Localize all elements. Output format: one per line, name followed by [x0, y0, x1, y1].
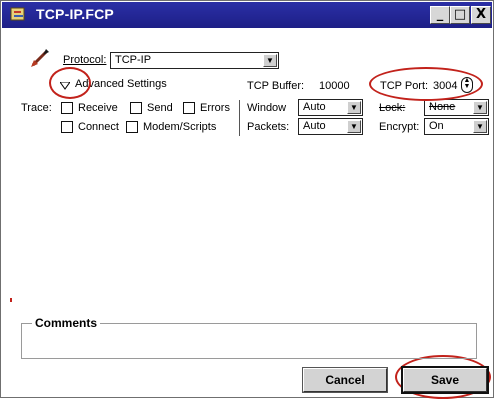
tcp-buffer-label: TCP Buffer:: [247, 80, 305, 92]
document-icon: [10, 6, 28, 22]
dropdown-arrow-icon: ▼: [473, 101, 487, 114]
maximize-button[interactable]: □: [450, 6, 470, 24]
comments-title: Comments: [32, 316, 101, 330]
cancel-button[interactable]: Cancel: [302, 367, 388, 393]
port-stepper[interactable]: ▲ ▼: [461, 77, 473, 93]
title-bar[interactable]: TCP-IP.FCP _ □ X: [2, 2, 492, 28]
packets-value: Auto: [303, 120, 326, 132]
tcp-buffer-value: 10000: [319, 80, 350, 92]
send-checkbox[interactable]: [130, 102, 142, 114]
packets-label: Packets:: [247, 121, 290, 133]
minimize-button[interactable]: _: [430, 6, 450, 24]
window-value: Auto: [303, 101, 326, 113]
send-label: Send: [147, 102, 173, 114]
comments-box[interactable]: Comments: [21, 316, 477, 359]
protocol-value: TCP-IP: [115, 54, 152, 66]
window-title: TCP-IP.FCP: [36, 6, 114, 22]
dropdown-arrow-icon: ▼: [263, 54, 277, 67]
errors-label: Errors: [200, 102, 230, 114]
errors-checkbox[interactable]: [183, 102, 195, 114]
packets-select[interactable]: Auto ▼: [298, 118, 363, 135]
save-button[interactable]: Save: [401, 366, 489, 394]
lock-label: Lock:: [379, 102, 406, 114]
dropdown-arrow-icon: ▼: [473, 120, 487, 133]
divider: [239, 100, 240, 136]
modem-scripts-checkbox[interactable]: [126, 121, 138, 133]
encrypt-label: Encrypt:: [379, 121, 420, 133]
advanced-settings-label[interactable]: Advanced Settings: [75, 78, 167, 90]
encrypt-value: On: [429, 120, 444, 132]
connect-checkbox[interactable]: [61, 121, 73, 133]
receive-label: Receive: [78, 102, 118, 114]
connection-icon: [30, 48, 50, 68]
triangle-down-icon[interactable]: [59, 81, 71, 90]
lock-value: None: [429, 101, 456, 113]
dropdown-arrow-icon: ▼: [347, 101, 361, 114]
window-label: Window: [247, 102, 287, 114]
encrypt-select[interactable]: On ▼: [424, 118, 489, 135]
modem-scripts-label: Modem/Scripts: [143, 121, 217, 133]
annotation-mark: [10, 298, 12, 302]
dialog-window: TCP-IP.FCP _ □ X Protocol: TCP-IP ▼ Adva…: [0, 0, 494, 399]
lock-select[interactable]: None ▼: [424, 99, 489, 116]
tcp-port-label: TCP Port:: [380, 80, 429, 92]
receive-checkbox[interactable]: [61, 102, 73, 114]
window-select[interactable]: Auto ▼: [298, 99, 363, 116]
trace-label: Trace:: [21, 102, 52, 114]
dropdown-arrow-icon: ▼: [347, 120, 361, 133]
connect-label: Connect: [78, 121, 119, 133]
tcp-port-value[interactable]: 3004: [433, 80, 457, 92]
protocol-select[interactable]: TCP-IP ▼: [110, 52, 279, 69]
close-button[interactable]: X: [471, 6, 491, 24]
protocol-label: Protocol:: [63, 54, 107, 66]
